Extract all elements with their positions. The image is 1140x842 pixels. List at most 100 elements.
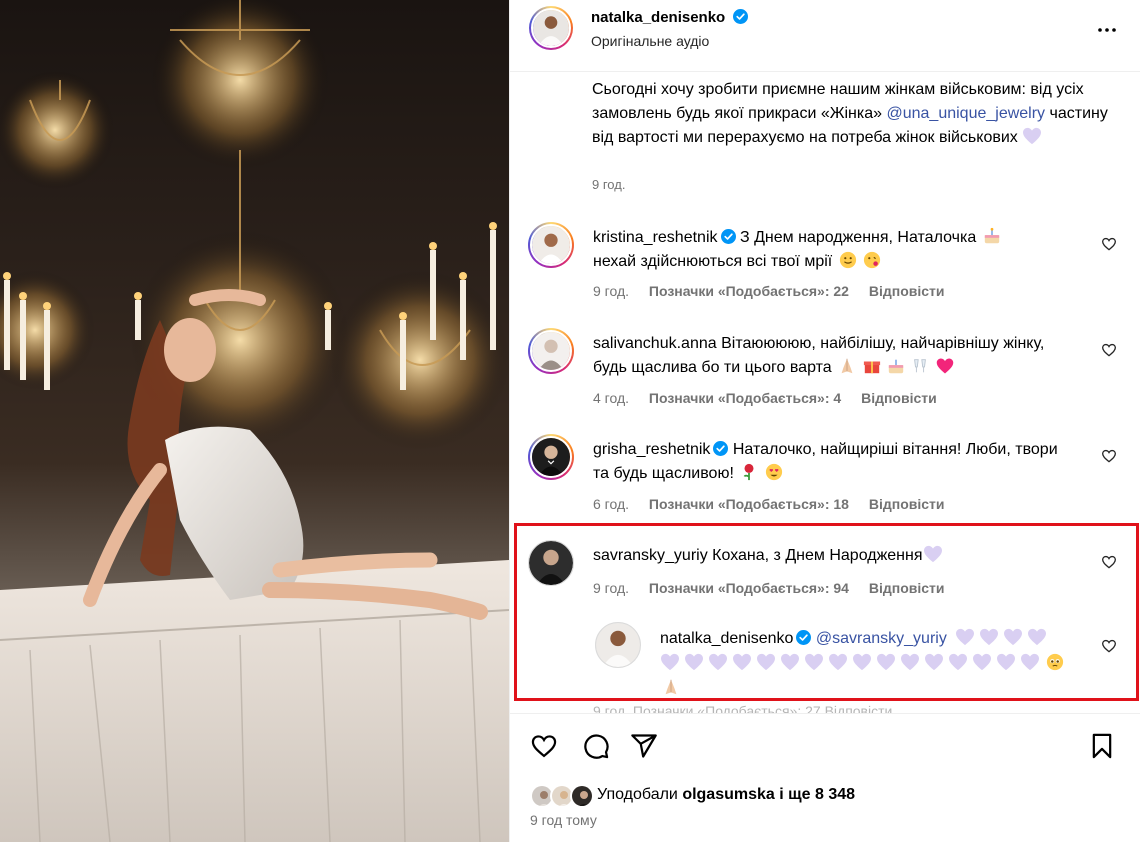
purple-heart-icon	[781, 653, 799, 671]
post-photo	[0, 0, 509, 842]
heart-icon[interactable]	[1101, 638, 1117, 654]
post-caption: Сьогодні хочу зробити приємне нашим жінк…	[592, 78, 1122, 150]
purple-heart-row-2	[660, 653, 1064, 672]
purple-heart-icon	[1028, 628, 1047, 646]
reply-avatar[interactable]	[595, 622, 641, 668]
comment-icon[interactable]	[582, 732, 610, 760]
comment-meta: 4 год. Позначки «Подобається»: 4 Відпові…	[593, 390, 953, 406]
commenter-avatar[interactable]	[528, 434, 574, 480]
purple-heart-icon	[757, 653, 775, 671]
purple-heart-icon	[956, 628, 975, 646]
like-heart-icon[interactable]	[530, 732, 558, 760]
more-icon[interactable]	[1095, 18, 1119, 42]
share-icon[interactable]	[630, 732, 658, 760]
comment-body: Кохана, з Днем Народження	[712, 547, 923, 564]
purple-heart-icon	[685, 653, 703, 671]
rose-emoji-icon	[744, 463, 754, 481]
comment-meta: 6 год. Позначки «Подобається»: 18 Відпов…	[593, 496, 961, 512]
purple-heart-icon	[1023, 127, 1042, 145]
verified-icon	[720, 229, 736, 244]
comment-body-2: нехай здійснюються всі твої мрії	[593, 253, 833, 270]
heart-icon[interactable]	[1101, 448, 1117, 464]
reply-button[interactable]: Відповісти	[861, 390, 937, 406]
reply-button[interactable]: Відповісти	[869, 283, 945, 299]
comment-body: З Днем народження, Наталочка	[739, 229, 977, 246]
cake-emoji-icon	[984, 227, 999, 244]
purple-heart-icon	[805, 653, 823, 671]
liked-by-user[interactable]: olgasumska	[682, 786, 774, 803]
author-username[interactable]: natalka_denisenko	[591, 9, 725, 26]
reply-button[interactable]: Відповісти	[869, 496, 945, 512]
comment-likes[interactable]: Позначки «Подобається»: 4	[649, 390, 841, 406]
reply-button[interactable]: Відповісти	[869, 580, 945, 596]
bookmark-icon[interactable]	[1088, 732, 1116, 760]
post-media[interactable]	[0, 0, 509, 842]
hugging-emoji-icon	[839, 251, 856, 269]
purple-heart-icon	[1021, 653, 1039, 671]
post-header: natalka_denisenko Оригінальне аудіо	[510, 0, 1140, 72]
comment-text: kristina_reshetnik З Днем народження, На…	[593, 226, 1073, 274]
praying-hands-emoji-icon	[841, 358, 853, 374]
verified-icon	[713, 441, 729, 456]
purple-heart-icon	[949, 653, 967, 671]
comment-text: salivanchuk.anna Вітаююююю, найбілішу, н…	[593, 332, 1073, 380]
pink-heart-icon	[936, 358, 954, 374]
purple-heart-icon	[709, 653, 727, 671]
comment-meta: 9 год. Позначки «Подобається»: 22 Відпов…	[593, 283, 961, 299]
commenter-username[interactable]: grisha_reshetnik	[593, 441, 710, 458]
purple-heart-icon	[829, 653, 847, 671]
caption-mention[interactable]: @una_unique_jewelry	[886, 105, 1045, 122]
commenter-avatar[interactable]	[528, 222, 574, 268]
kiss-emoji-icon	[864, 251, 881, 269]
commenter-avatar[interactable]	[528, 540, 574, 586]
purple-heart-icon	[980, 628, 999, 646]
comment-likes[interactable]: Позначки «Подобається»: 22	[649, 283, 849, 299]
post-age: 9 год тому	[530, 812, 597, 828]
partial-comment-meta: 9 год. Позначки «Подобається»: 27 Відпов…	[593, 703, 893, 713]
comment-time: 9 год.	[593, 580, 630, 596]
comment-meta: 9 год. Позначки «Подобається»: 94 Відпов…	[593, 580, 961, 596]
author-avatar[interactable]	[529, 6, 573, 50]
reply-text: natalka_denisenko @savransky_yuriy	[660, 626, 1100, 701]
purple-heart-icon	[923, 545, 942, 563]
reply-username[interactable]: natalka_denisenko	[660, 630, 793, 647]
purple-heart-icon	[973, 653, 991, 671]
commenter-avatar[interactable]	[528, 328, 574, 374]
heart-eyes-emoji-icon	[765, 463, 782, 481]
commenter-username[interactable]: salivanchuk.anna	[593, 335, 717, 352]
purple-heart-icon	[877, 653, 895, 671]
gift-emoji-icon	[863, 361, 880, 374]
post-actions: Уподобали olgasumska і ще 8 348 9 год то…	[510, 713, 1140, 842]
purple-heart-icon	[997, 653, 1015, 671]
cake-emoji-icon	[888, 359, 904, 374]
comment-text: savransky_yuriy Кохана, з Днем Народженн…	[593, 544, 1073, 568]
audio-label[interactable]: Оригінальне аудіо	[591, 33, 709, 49]
purple-heart-icon	[925, 653, 943, 671]
comment-time: 4 год.	[593, 390, 630, 406]
heart-icon[interactable]	[1101, 342, 1117, 358]
comment-text: grisha_reshetnik Наталочко, найщиріші ві…	[593, 438, 1073, 486]
purple-heart-icon	[901, 653, 919, 671]
commenter-username[interactable]: savransky_yuriy	[593, 547, 708, 564]
liked-by-count[interactable]: і ще 8 348	[775, 786, 855, 803]
comment-time: 9 год.	[593, 283, 630, 299]
comment-likes[interactable]: Позначки «Подобається»: 94	[649, 580, 849, 596]
verified-icon	[796, 630, 812, 645]
comment-time: 6 год.	[593, 496, 630, 512]
purple-heart-icon	[661, 653, 679, 671]
purple-heart-row	[955, 628, 1051, 647]
author-username-row: natalka_denisenko	[591, 9, 748, 27]
liker-avatar	[570, 784, 594, 808]
liked-by-prefix: Уподобали	[597, 786, 683, 803]
liked-by-text[interactable]: Уподобали olgasumska і ще 8 348	[597, 786, 855, 804]
heart-icon[interactable]	[1101, 236, 1117, 252]
clinking-glasses-emoji-icon	[914, 359, 927, 373]
purple-heart-icon	[853, 653, 871, 671]
comment-likes[interactable]: Позначки «Подобається»: 18	[649, 496, 849, 512]
reply-mention[interactable]: @savransky_yuriy	[816, 630, 947, 647]
caption-time: 9 год.	[592, 177, 626, 192]
purple-heart-icon	[1004, 628, 1023, 646]
pleading-face-emoji-icon	[1046, 653, 1064, 671]
commenter-username[interactable]: kristina_reshetnik	[593, 229, 718, 246]
heart-icon[interactable]	[1101, 554, 1117, 570]
